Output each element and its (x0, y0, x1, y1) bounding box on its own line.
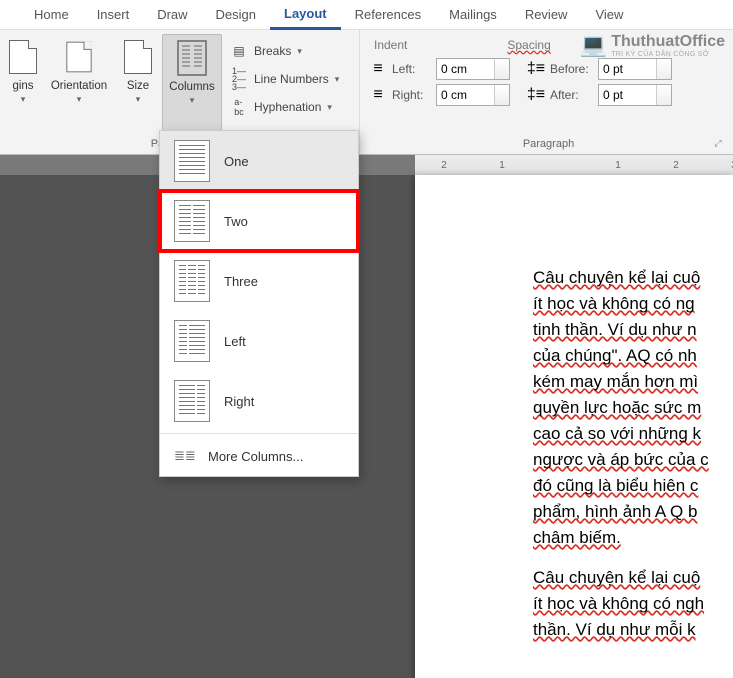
line-numbers-icon: 1—2—3— (230, 71, 248, 87)
columns-button[interactable]: Columns▾ (162, 34, 222, 136)
breaks-icon: ▤ (230, 43, 248, 59)
tab-view[interactable]: View (581, 0, 637, 30)
tab-design[interactable]: Design (202, 0, 270, 30)
columns-right[interactable]: Right (160, 371, 358, 431)
ribbon-tabs: Home Insert Draw Design Layout Reference… (0, 0, 733, 30)
columns-three[interactable]: Three (160, 251, 358, 311)
tab-review[interactable]: Review (511, 0, 582, 30)
more-columns-icon: ≣≣ (174, 448, 194, 464)
indent-right-input[interactable]: 0 cm (436, 84, 510, 106)
columns-icon (176, 39, 208, 77)
indent-left-input[interactable]: 0 cm (436, 58, 510, 80)
tab-home[interactable]: Home (20, 0, 83, 30)
indent-heading: Indent (374, 38, 407, 52)
menu-separator (160, 433, 358, 434)
before-label: Before: (550, 62, 592, 76)
spacing-after-icon: ‡≡ (528, 87, 544, 103)
tab-references[interactable]: References (341, 0, 435, 30)
size-button[interactable]: Size▾ (118, 34, 158, 136)
size-icon (122, 38, 154, 76)
columns-dropdown: One Two Three Left Right ≣≣ More Columns… (159, 130, 359, 477)
three-column-icon (174, 260, 210, 302)
indent-right-icon: ≡ (370, 87, 386, 103)
columns-left[interactable]: Left (160, 311, 358, 371)
left-column-icon (174, 320, 210, 362)
right-column-icon (174, 380, 210, 422)
document-page[interactable]: Câu chuyện kể lại cuộít học và không có … (415, 175, 733, 678)
hyphenation-icon: a-bc (230, 99, 248, 115)
document-text[interactable]: Câu chuyện kể lại cuộít học và không có … (415, 175, 733, 643)
columns-two[interactable]: Two (160, 191, 358, 251)
after-label: After: (550, 88, 592, 102)
left-label: Left: (392, 62, 430, 76)
columns-one[interactable]: One (160, 131, 358, 191)
paragraph-launcher[interactable]: ⤢ (711, 138, 725, 152)
page-setup-small: ▤ Breaks ▾ 1—2—3— Line Numbers ▾ a-bc Hy… (226, 34, 343, 136)
orientation-button[interactable]: Orientation▾ (44, 34, 114, 136)
two-column-icon (174, 200, 210, 242)
right-label: Right: (392, 88, 430, 102)
tab-mailings[interactable]: Mailings (435, 0, 511, 30)
spacing-heading: Spacing (507, 38, 550, 52)
watermark-logo: 💻 ThuthuatOffice TRI KỶ CỦA DÂN CÔNG SỞ (580, 32, 725, 58)
breaks-button[interactable]: ▤ Breaks ▾ (226, 40, 343, 62)
one-column-icon (174, 140, 210, 182)
margins-icon (7, 38, 39, 76)
spacing-before-input[interactable]: 0 pt (598, 58, 672, 80)
hyphenation-button[interactable]: a-bc Hyphenation ▾ (226, 96, 343, 118)
line-numbers-button[interactable]: 1—2—3— Line Numbers ▾ (226, 68, 343, 90)
tab-insert[interactable]: Insert (83, 0, 144, 30)
spacing-before-icon: ‡≡ (528, 61, 544, 77)
tab-draw[interactable]: Draw (143, 0, 201, 30)
more-columns[interactable]: ≣≣ More Columns... (160, 436, 358, 476)
ribbon: gins▾ Orientation▾ Size▾ Columns▾ ▤ Brea… (0, 30, 733, 155)
spacing-after-input[interactable]: 0 pt (598, 84, 672, 106)
logo-icon: 💻 (580, 32, 607, 58)
group-label-paragraph: Paragraph ⤢ (370, 136, 727, 152)
indent-left-icon: ≡ (370, 61, 386, 77)
orientation-icon (63, 38, 95, 76)
tab-layout[interactable]: Layout (270, 0, 341, 30)
document-area: 2 1 1 2 3 4 Câu chuyện kể lại cuộít học … (0, 155, 733, 678)
margins-button[interactable]: gins▾ (6, 34, 40, 136)
horizontal-ruler[interactable]: 2 1 1 2 3 4 (415, 155, 733, 175)
